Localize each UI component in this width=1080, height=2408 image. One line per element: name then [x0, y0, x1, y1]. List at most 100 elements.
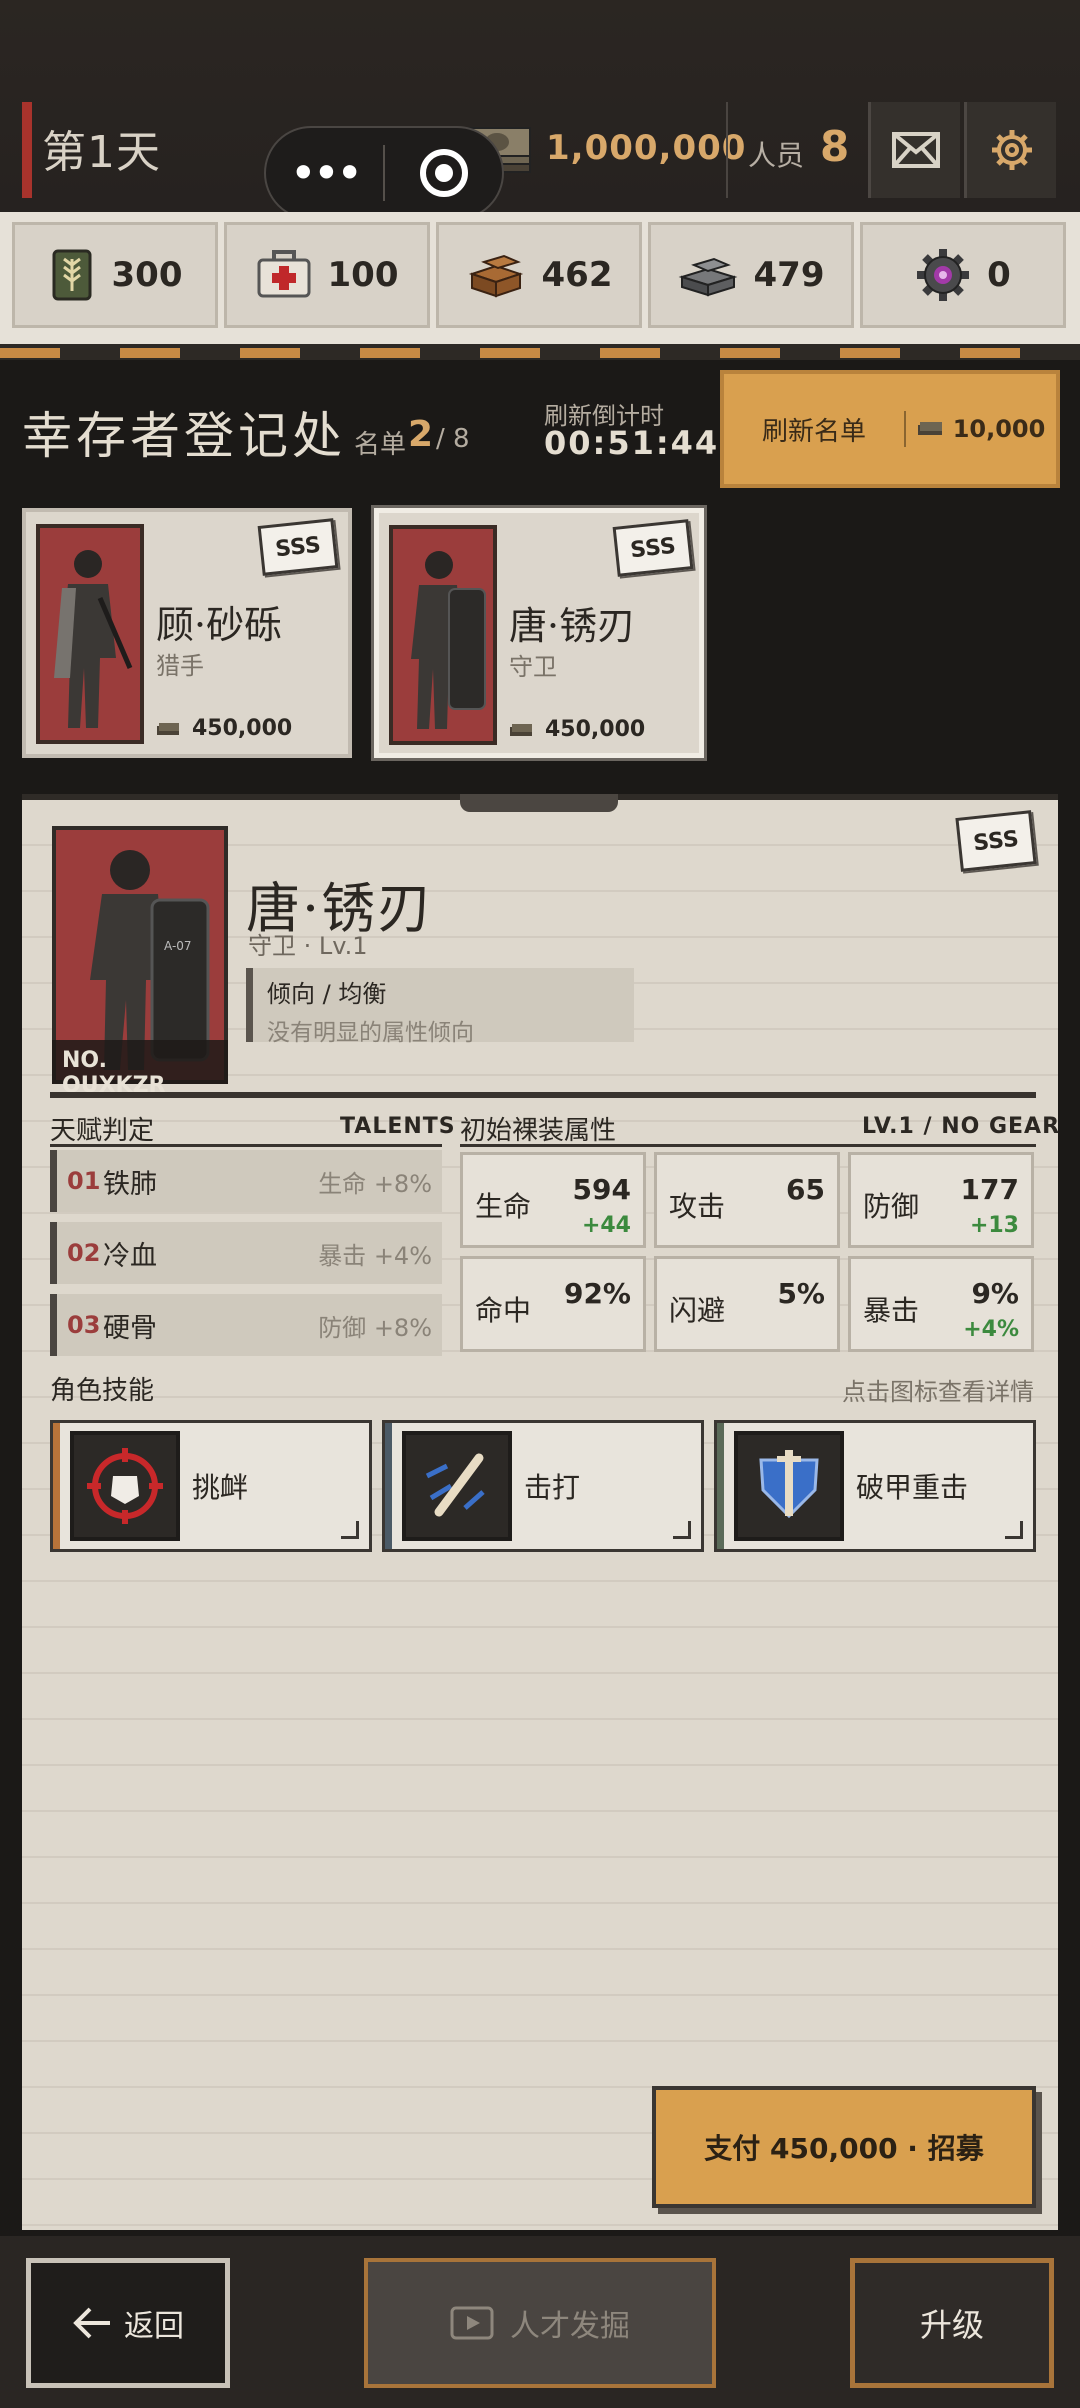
- skill-armor-break[interactable]: 破甲重击: [714, 1420, 1036, 1552]
- cash-icon: [510, 723, 532, 736]
- rank-badge: SSS: [257, 518, 339, 576]
- gear-icon: [991, 130, 1032, 170]
- serial-number: NO. OUXKZR: [52, 1040, 228, 1098]
- gear-part-icon: [917, 249, 970, 301]
- resource-steel[interactable]: 479: [648, 222, 854, 328]
- stat-crit: 暴击 9% +4%: [848, 1256, 1034, 1352]
- video-play-icon: [450, 2306, 494, 2340]
- skills-hint: 点击图标查看详情: [842, 1378, 1034, 1406]
- tendency-desc: 没有明显的属性倾向: [267, 1020, 474, 1046]
- header-divider: [726, 102, 728, 198]
- candidate-name: 顾·砂砾: [156, 603, 283, 647]
- staff-label: 人员: [748, 139, 805, 172]
- panel-tab: [460, 794, 618, 812]
- resource-gear-part[interactable]: 0: [860, 222, 1066, 328]
- candidate-price: 450,000: [156, 716, 292, 741]
- corner-mark: [1005, 1521, 1023, 1539]
- stats-tag: LV.1 / NO GEAR: [862, 1114, 1061, 1139]
- refresh-cost: 10,000: [906, 415, 1056, 443]
- detail-rank-badge: SSS: [955, 810, 1037, 872]
- upgrade-label: 升级: [919, 2306, 984, 2344]
- back-button[interactable]: 返回: [26, 2258, 230, 2388]
- talent-row: 02 冷血 暴击 +4%: [50, 1222, 442, 1284]
- rank-badge: SSS: [612, 519, 694, 577]
- candidate-name: 唐·锈刃: [509, 604, 636, 648]
- candidate-role: 猎手: [156, 652, 204, 680]
- registry-title: 幸存者登记处: [22, 407, 346, 465]
- detail-role-level: 守卫 · Lv.1: [248, 932, 368, 960]
- wood-icon: [468, 254, 523, 298]
- steel-value: 479: [753, 255, 825, 295]
- skill-name: 破甲重击: [856, 1471, 969, 1504]
- guard-portrait: [389, 525, 497, 745]
- candidate-card[interactable]: SSS 顾·砂砾 猎手 450,000: [22, 508, 352, 758]
- skill-accent: [385, 1423, 392, 1549]
- armor-break-icon: [734, 1431, 844, 1541]
- taunt-icon: [70, 1431, 180, 1541]
- resource-wood[interactable]: 462: [436, 222, 642, 328]
- mail-icon: [891, 132, 940, 168]
- pay-recruit-button[interactable]: 支付 450,000 · 招募: [652, 2086, 1036, 2208]
- stat-defense: 防御 177 +13: [848, 1152, 1034, 1248]
- refresh-cost-value: 10,000: [952, 415, 1046, 443]
- skills-title: 角色技能: [50, 1376, 155, 1406]
- talent-row: 03 硬骨 防御 +8%: [50, 1294, 442, 1356]
- day-label: 第1天: [42, 127, 161, 178]
- list-label: 名单: [354, 430, 407, 460]
- steel-icon: [678, 257, 737, 297]
- section-divider: [50, 1092, 1036, 1098]
- mini-program-capsule: •••: [264, 126, 504, 220]
- mail-button[interactable]: [868, 102, 960, 198]
- candidate-price: 450,000: [509, 717, 645, 742]
- corner-mark: [341, 1521, 359, 1539]
- gear-part-value: 0: [987, 255, 1011, 295]
- stat-accuracy: 命中 92%: [460, 1256, 646, 1352]
- tendency-box: 倾向 / 均衡 没有明显的属性倾向: [246, 968, 634, 1046]
- arrow-left-icon: [73, 2307, 110, 2339]
- talent-search-button[interactable]: 人才发掘: [364, 2258, 716, 2388]
- upgrade-button[interactable]: 升级: [850, 2258, 1054, 2388]
- talent-row: 01 铁肺 生命 +8%: [50, 1150, 442, 1212]
- candidate-role: 守卫: [509, 653, 557, 681]
- wood-value: 462: [541, 255, 613, 295]
- resource-food[interactable]: 300: [12, 222, 218, 328]
- stat-hp: 生命 594 +44: [460, 1152, 646, 1248]
- skill-accent: [717, 1423, 724, 1549]
- staff-count: 8: [820, 122, 850, 171]
- stat-attack: 攻击 65: [654, 1152, 840, 1248]
- more-icon[interactable]: •••: [266, 150, 383, 196]
- cash-icon: [917, 422, 942, 435]
- stat-evasion: 闪避 5%: [654, 1256, 840, 1352]
- close-target-icon[interactable]: [385, 149, 502, 197]
- strike-icon: [402, 1431, 512, 1541]
- stats-title: 初始裸装属性: [460, 1116, 617, 1146]
- hazard-stripe: [0, 344, 1080, 360]
- stats-rule: [460, 1144, 1036, 1147]
- resource-medkit[interactable]: 100: [224, 222, 430, 328]
- cash-value: 1,000,000: [546, 128, 747, 168]
- food-icon: [52, 249, 91, 301]
- day-accent: [22, 102, 32, 198]
- back-label: 返回: [124, 2309, 184, 2344]
- refresh-label: 刷新名单: [761, 416, 866, 447]
- skill-accent: [53, 1423, 60, 1549]
- food-value: 300: [111, 255, 183, 295]
- refresh-timer: 00:51:44: [544, 424, 720, 462]
- cash-icon: [157, 722, 179, 735]
- tendency-title: 倾向 / 均衡: [267, 980, 387, 1008]
- talent-search-label: 人才发掘: [510, 2309, 630, 2344]
- refresh-list-button[interactable]: 刷新名单 10,000: [720, 370, 1060, 488]
- skill-taunt[interactable]: 挑衅: [50, 1420, 372, 1552]
- candidate-card-selected[interactable]: SSS 唐·锈刃 守卫 450,000: [374, 508, 704, 758]
- svg-text:A-07: A-07: [164, 939, 192, 953]
- talents-rule: [50, 1144, 442, 1147]
- medkit-value: 100: [327, 255, 399, 295]
- skill-name: 挑衅: [192, 1471, 249, 1504]
- hunter-portrait: [36, 524, 144, 744]
- corner-mark: [673, 1521, 691, 1539]
- list-current: 2: [408, 414, 434, 455]
- settings-button[interactable]: [964, 102, 1056, 198]
- medkit-icon: [257, 250, 310, 298]
- skill-name: 击打: [524, 1471, 581, 1504]
- skill-strike[interactable]: 击打: [382, 1420, 704, 1552]
